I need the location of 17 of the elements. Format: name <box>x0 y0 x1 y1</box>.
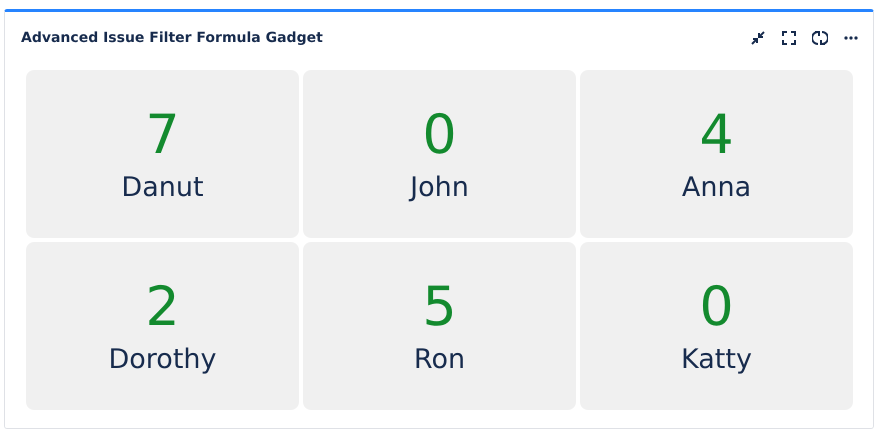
count-value: 2 <box>145 276 180 336</box>
more-icon[interactable] <box>843 36 859 40</box>
count-value: 5 <box>422 276 457 336</box>
count-value: 0 <box>699 276 734 336</box>
refresh-icon[interactable] <box>812 30 828 46</box>
person-name: Dorothy <box>108 344 216 376</box>
person-name: Ron <box>414 344 466 376</box>
count-value: 7 <box>145 104 180 164</box>
person-name: Katty <box>681 344 752 376</box>
count-value: 0 <box>422 104 457 164</box>
person-name: Danut <box>121 172 204 204</box>
count-value: 4 <box>699 104 734 164</box>
gadget-title: Advanced Issue Filter Formula Gadget <box>21 30 323 46</box>
person-name: Anna <box>682 172 752 204</box>
person-name: John <box>410 172 469 204</box>
fullscreen-icon[interactable] <box>781 30 797 46</box>
minimize-icon[interactable] <box>750 30 766 46</box>
